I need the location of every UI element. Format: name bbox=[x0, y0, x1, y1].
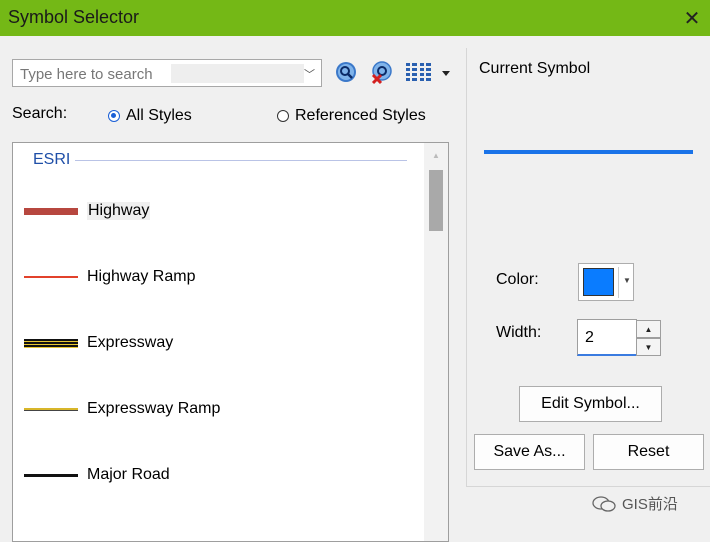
radio-referenced-styles[interactable]: Referenced Styles bbox=[277, 107, 426, 125]
watermark: GIS前沿 bbox=[592, 493, 678, 514]
list-item-label: Major Road bbox=[87, 466, 170, 483]
width-label: Width: bbox=[496, 324, 542, 341]
dropdown-arrow-icon bbox=[442, 71, 450, 76]
list-item-label: Expressway bbox=[87, 334, 174, 351]
save-as-button[interactable]: Save As... bbox=[474, 434, 585, 470]
radio-label-all-styles: All Styles bbox=[126, 107, 192, 124]
reset-button[interactable]: Reset bbox=[593, 434, 704, 470]
radio-label-referenced-styles: Referenced Styles bbox=[295, 107, 426, 124]
search-input-fill bbox=[171, 64, 304, 83]
group-divider bbox=[75, 160, 407, 161]
list-item-highway-ramp[interactable]: Highway Ramp bbox=[13, 262, 413, 294]
highway-ramp-symbol bbox=[24, 276, 78, 278]
list-item-label: Highway bbox=[87, 202, 151, 220]
list-item-label: Expressway Ramp bbox=[87, 400, 221, 417]
color-separator bbox=[618, 267, 619, 298]
watermark-text: GIS前沿 bbox=[622, 496, 678, 513]
scroll-up-icon[interactable]: ▲ bbox=[432, 151, 440, 160]
list-item-major-road[interactable]: Major Road bbox=[13, 460, 413, 492]
title-bar: Symbol Selector ✕ bbox=[0, 0, 710, 36]
search-icon bbox=[336, 62, 356, 82]
major-road-symbol bbox=[24, 474, 78, 477]
color-swatch bbox=[583, 268, 614, 296]
expressway-symbol bbox=[24, 339, 78, 348]
color-label: Color: bbox=[496, 271, 539, 288]
search-scope-label: Search: bbox=[12, 105, 68, 122]
radio-selected-icon bbox=[108, 110, 120, 122]
width-input[interactable] bbox=[583, 326, 627, 350]
spin-up-icon: ▲ bbox=[644, 324, 653, 334]
width-field[interactable] bbox=[577, 319, 637, 356]
view-options-dropdown[interactable] bbox=[440, 60, 452, 86]
view-options-icon bbox=[406, 63, 431, 81]
current-symbol-label: Current Symbol bbox=[479, 60, 591, 77]
list-item-label: Highway Ramp bbox=[87, 268, 196, 285]
symbol-list[interactable]: ESRI Highway Highway Ramp Expressway Exp… bbox=[12, 142, 449, 542]
edit-symbol-button[interactable]: Edit Symbol... bbox=[519, 386, 662, 422]
style-group-title: ESRI bbox=[33, 151, 71, 168]
list-scrollbar[interactable]: ▲ bbox=[424, 143, 448, 541]
wechat-icon bbox=[592, 495, 616, 512]
chevron-down-icon: ▼ bbox=[623, 276, 631, 285]
scroll-thumb[interactable] bbox=[429, 170, 443, 231]
search-button[interactable] bbox=[334, 60, 360, 86]
highway-symbol bbox=[24, 208, 78, 215]
clear-search-icon bbox=[371, 61, 392, 85]
color-picker-button[interactable]: ▼ bbox=[578, 263, 634, 301]
view-options-button[interactable] bbox=[404, 60, 432, 86]
close-button[interactable]: ✕ bbox=[674, 0, 710, 36]
symbol-preview bbox=[484, 150, 693, 154]
chevron-down-icon[interactable]: ﹀ bbox=[304, 66, 315, 82]
radio-all-styles[interactable]: All Styles bbox=[108, 107, 192, 125]
width-increment-button[interactable]: ▲ bbox=[636, 320, 661, 338]
window-title: Symbol Selector bbox=[8, 7, 140, 27]
width-decrement-button[interactable]: ▼ bbox=[636, 338, 661, 356]
list-item-highway[interactable]: Highway bbox=[13, 196, 413, 228]
list-item-expressway-ramp[interactable]: Expressway Ramp bbox=[13, 394, 413, 426]
search-combobox[interactable]: ﹀ bbox=[12, 59, 322, 87]
expressway-ramp-symbol bbox=[24, 408, 78, 411]
search-input[interactable] bbox=[18, 63, 172, 85]
close-icon: ✕ bbox=[683, 7, 701, 30]
list-item-expressway[interactable]: Expressway bbox=[13, 328, 413, 360]
radio-unselected-icon bbox=[277, 110, 289, 122]
spin-down-icon: ▼ bbox=[644, 342, 653, 352]
clear-search-button[interactable] bbox=[369, 60, 395, 86]
